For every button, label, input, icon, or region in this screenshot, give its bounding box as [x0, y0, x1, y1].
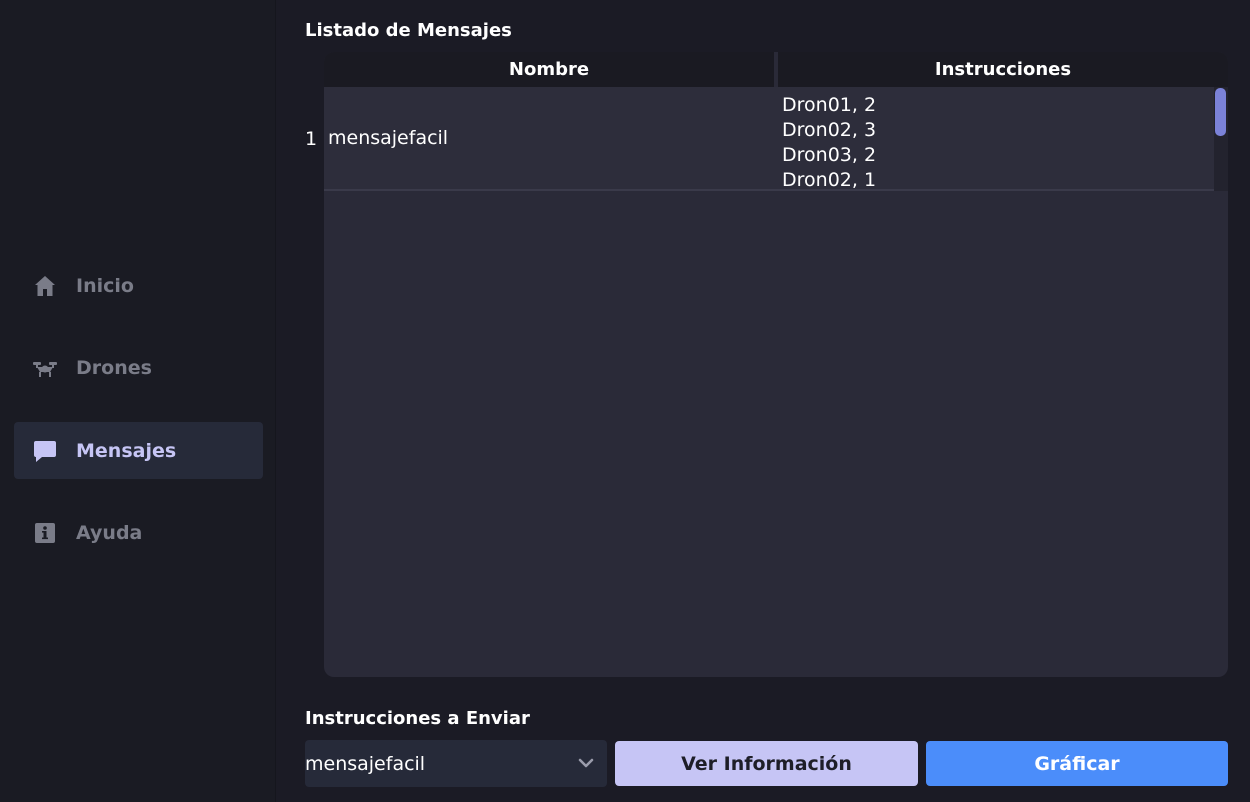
message-select[interactable]: mensajefacil — [305, 740, 607, 787]
sidebar-item-drones[interactable]: Drones — [14, 339, 263, 396]
home-icon — [32, 273, 58, 299]
app-window: Inicio Drones Mensajes Ayuda Listado de … — [0, 0, 1250, 802]
column-header-nombre[interactable]: Nombre — [324, 52, 774, 87]
sidebar-item-ayuda[interactable]: Ayuda — [14, 504, 263, 561]
sidebar-item-label: Mensajes — [76, 439, 177, 462]
messages-title: Listado de Mensajes — [305, 20, 512, 41]
sidebar-item-label: Inicio — [76, 274, 134, 297]
table-row[interactable]: mensajefacil Dron01, 2 Dron02, 3 Dron03,… — [324, 87, 1214, 191]
cell-instructions: Dron01, 2 Dron02, 3 Dron03, 2 Dron02, 1 — [782, 93, 876, 193]
messages-table: Nombre Instrucciones mensajefacil Dron01… — [324, 52, 1228, 677]
column-header-instrucciones[interactable]: Instrucciones — [778, 52, 1228, 87]
sidebar-item-inicio[interactable]: Inicio — [14, 257, 263, 314]
table-header: Nombre Instrucciones — [324, 52, 1228, 87]
row-index: 1 — [305, 128, 318, 150]
cell-scrollbar-thumb[interactable] — [1215, 88, 1226, 136]
chevron-down-icon — [577, 754, 595, 772]
graph-button[interactable]: Gráficar — [926, 741, 1228, 786]
instruction-line: Dron03, 2 — [782, 144, 877, 166]
cell-name: mensajefacil — [328, 127, 449, 149]
drone-icon — [32, 355, 58, 381]
message-icon — [32, 438, 58, 464]
info-icon — [32, 520, 58, 546]
instruction-line: Dron01, 2 — [782, 94, 877, 116]
send-title: Instrucciones a Enviar — [305, 708, 530, 729]
sidebar-item-label: Ayuda — [76, 521, 143, 544]
view-info-button[interactable]: Ver Información — [615, 741, 918, 786]
instruction-line: Dron02, 1 — [782, 169, 877, 191]
message-select-value: mensajefacil — [305, 752, 426, 775]
sidebar: Inicio Drones Mensajes Ayuda — [0, 0, 276, 802]
sidebar-item-label: Drones — [76, 356, 152, 379]
sidebar-item-mensajes[interactable]: Mensajes — [14, 422, 263, 479]
instruction-line: Dron02, 3 — [782, 119, 877, 141]
